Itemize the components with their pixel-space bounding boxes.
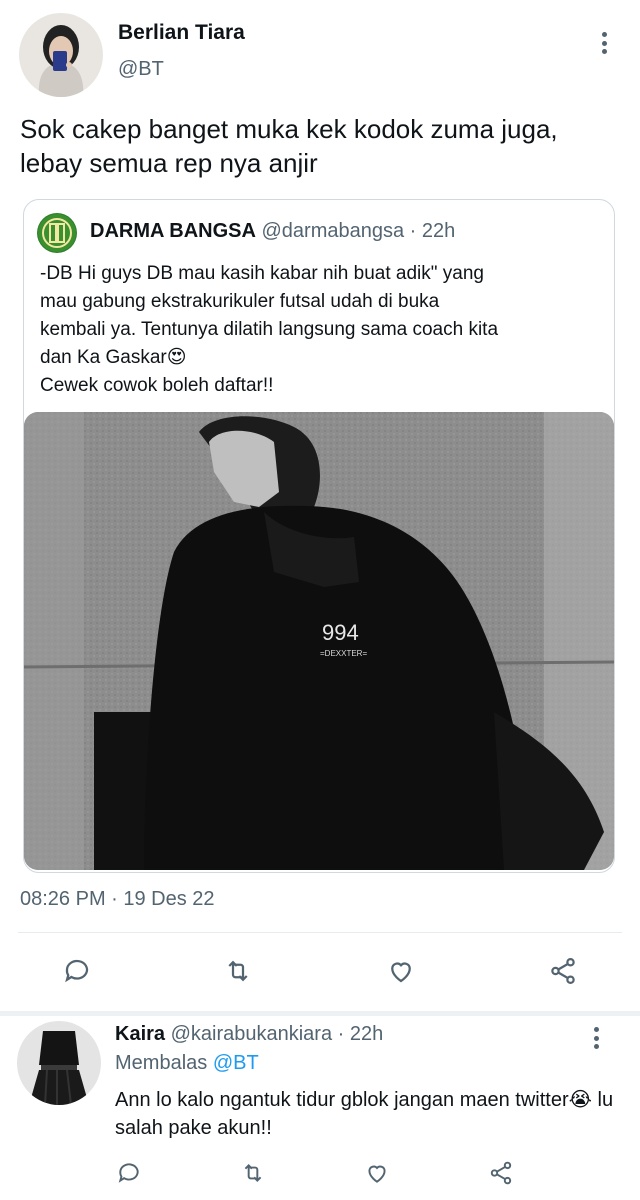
quoted-tweet[interactable]: DARMA BANGSA @darmabangsa · 22h -DB Hi g… [23,199,615,873]
quoted-time: 22h [421,220,456,242]
reply-time: 22h [349,1023,384,1045]
tweet-text: Sok cakep banget muka kek kodok zuma jug… [20,114,558,178]
reply-author-name[interactable]: Kaira [115,1023,165,1045]
share-icon[interactable] [546,954,580,988]
quoted-text: -DB Hi guys DB mau kasih kabar nih buat … [40,260,608,400]
image-graphic-text: 994 [322,620,359,645]
image-graphic-subtext: =DEXXTER= [320,649,367,658]
retweet-icon[interactable] [236,1156,270,1190]
dot-separator: · [409,220,417,242]
reply-author-avatar[interactable] [17,1021,101,1105]
more-icon[interactable] [584,1023,608,1053]
divider [18,932,622,933]
quoted-author-handle[interactable]: @darmabangsa [261,220,404,242]
share-icon[interactable] [484,1156,518,1190]
reply-icon[interactable] [112,1156,146,1190]
quoted-text-line: -DB Hi guys DB mau kasih kabar nih buat … [40,263,484,284]
reply-text: Ann lo kalo ngantuk tidur gblok jangan m… [115,1089,614,1139]
replying-mention[interactable]: @BT [213,1052,259,1074]
quoted-text-line: dan Ka Gaskar😍 [40,347,187,368]
more-icon[interactable] [592,28,616,58]
replying-prefix: Membalas [115,1052,208,1074]
quoted-text-line: Cewek cowok boleh daftar!! [40,375,274,396]
reply-header: Kaira @kairabukankiara · 22h [115,1023,383,1046]
author-name[interactable]: Berlian Tiara [118,21,245,45]
like-icon[interactable] [360,1156,394,1190]
quoted-author-name[interactable]: DARMA BANGSA [90,220,256,242]
tweet-detail-page: Berlian Tiara @BT Sok cakep banget muka … [0,0,640,1200]
quoted-header: DARMA BANGSA @darmabangsa · 22h [90,220,455,243]
quoted-media-image[interactable]: 994 =DEXXTER= [24,412,614,870]
dot-separator: · [337,1023,345,1045]
retweet-icon[interactable] [221,954,255,988]
replying-to: Membalas @BT [115,1052,259,1075]
reply-author-handle[interactable]: @kairabukankiara [171,1023,333,1045]
quoted-text-line: kembali ya. Tentunya dilatih langsung sa… [40,319,499,340]
reply-icon[interactable] [60,954,94,988]
tweet-timestamp[interactable]: 08:26 PM · 19 Des 22 [20,888,215,911]
divider [0,1011,640,1016]
quoted-author-avatar[interactable] [37,213,77,253]
quoted-text-line: mau gabung ekstrakurikuler futsal udah d… [40,291,440,312]
author-handle[interactable]: @BT [118,58,164,81]
author-avatar[interactable] [19,13,103,97]
like-icon[interactable] [384,954,418,988]
